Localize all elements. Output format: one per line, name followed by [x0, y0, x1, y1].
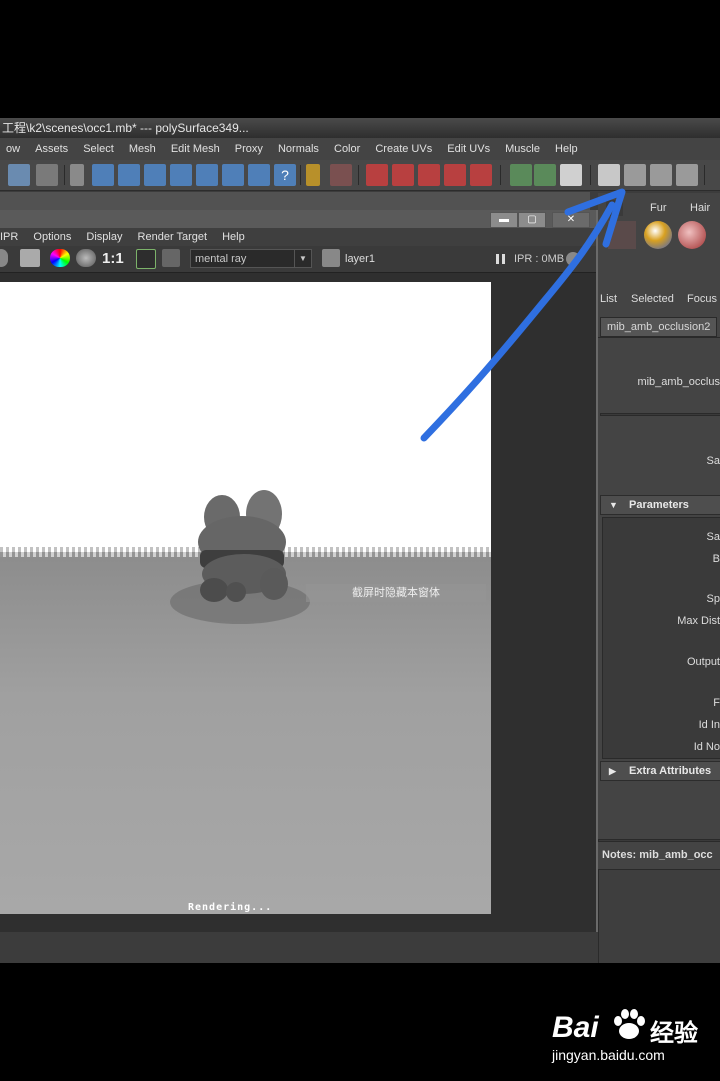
- watermark-url: jingyan.baidu.com: [552, 1047, 665, 1063]
- watermark-brand: Bai: [552, 1011, 599, 1044]
- annotation-arrow: [420, 188, 626, 442]
- watermark-brand-cn: 经验: [650, 1020, 698, 1047]
- baidu-jingyan-watermark: Bai 经验 jingyan.baidu.com: [552, 1003, 720, 1065]
- paw-logo-icon: [614, 1009, 645, 1039]
